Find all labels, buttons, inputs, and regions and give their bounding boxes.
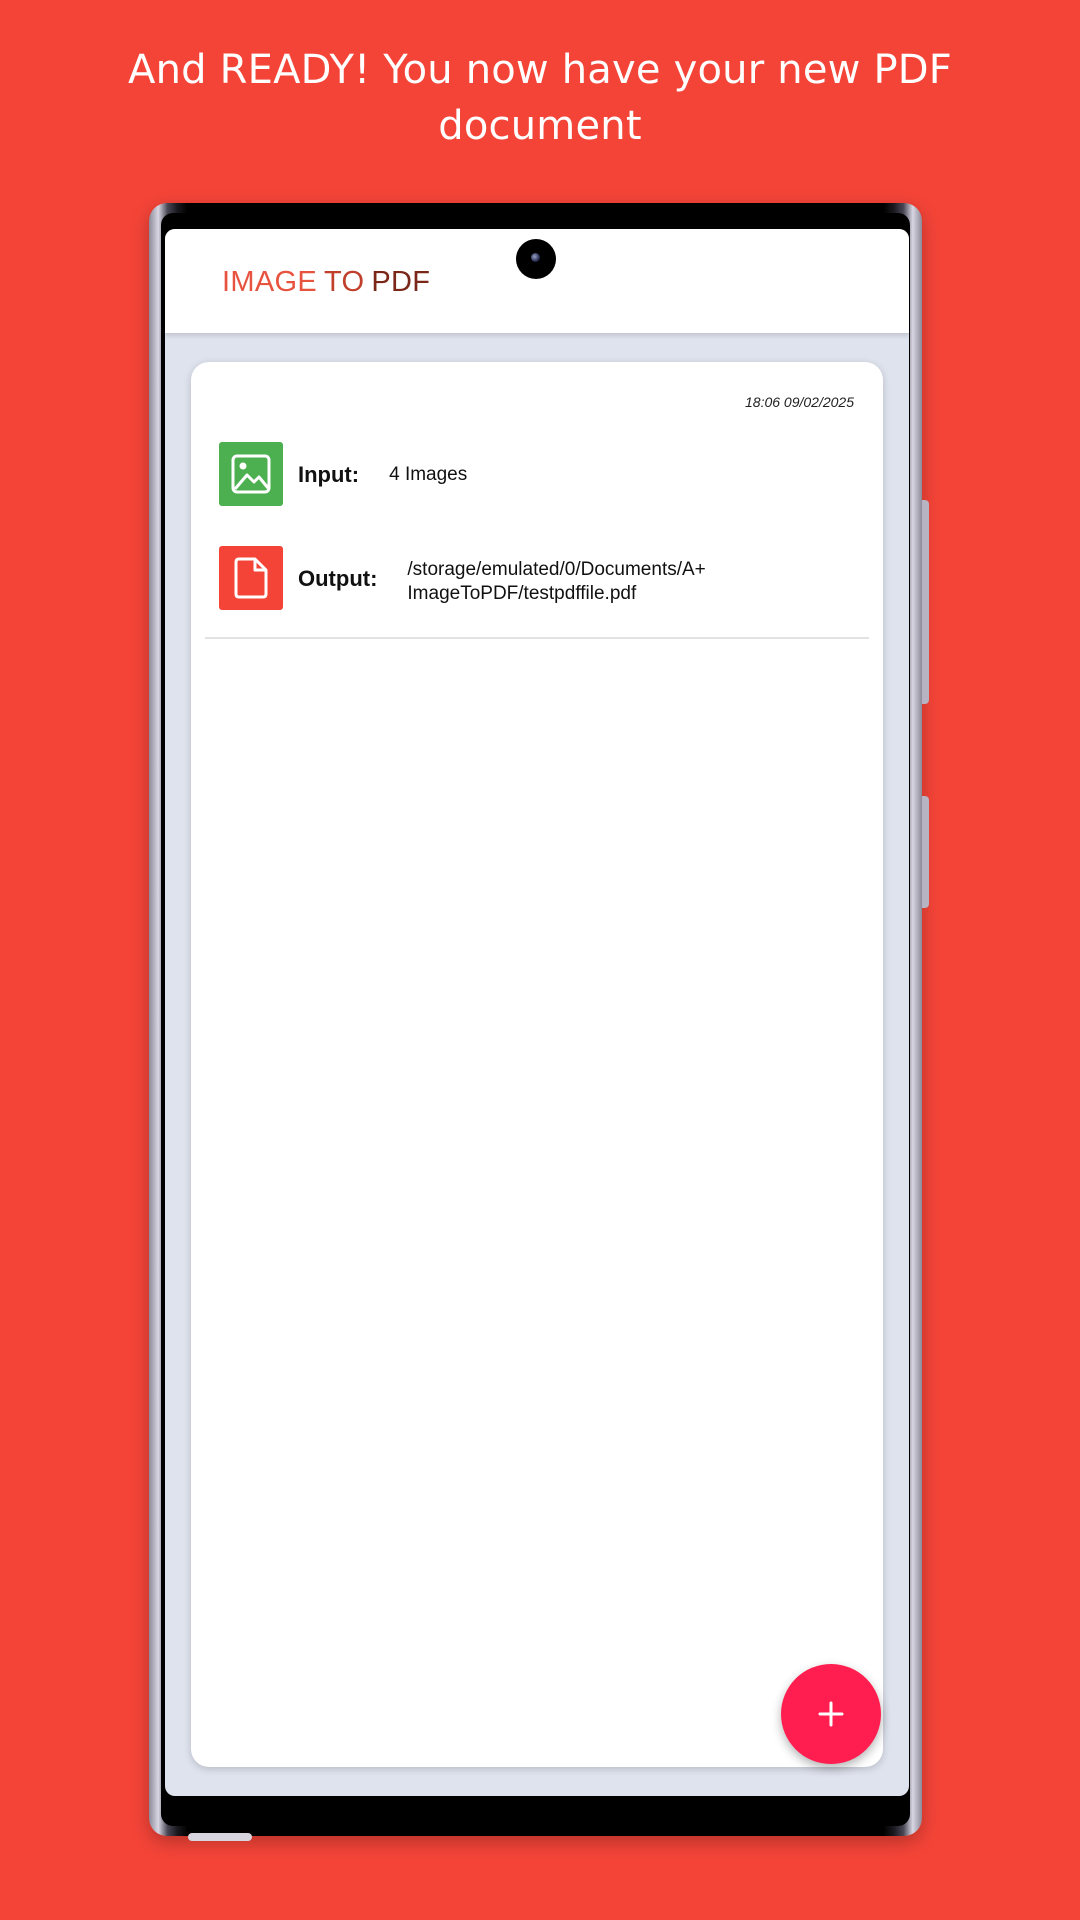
phone-bottom-detail xyxy=(188,1833,252,1841)
input-label: Input: xyxy=(298,462,360,487)
conversion-card[interactable]: 18:06 09/02/2025 Input: 4 Images Output: xyxy=(191,362,883,1767)
app-title: IMAGE TO PDF xyxy=(222,266,430,299)
app-title-part-3: PDF xyxy=(371,266,431,298)
app-title-part-2: TO xyxy=(323,266,365,298)
output-path: /storage/emulated/0/Documents/A+ ImageTo… xyxy=(407,559,706,604)
conversion-timestamp: 18:06 09/02/2025 xyxy=(745,394,854,410)
promo-headline: And READY! You now have your new PDF doc… xyxy=(128,47,952,149)
phone-volume-button xyxy=(922,500,929,704)
add-button[interactable] xyxy=(781,1664,881,1764)
file-icon xyxy=(219,546,283,610)
input-value: 4 Images xyxy=(389,464,468,485)
image-icon xyxy=(219,442,283,506)
app-title-part-1: IMAGE xyxy=(222,266,317,298)
phone-power-button xyxy=(922,796,929,908)
plus-icon xyxy=(818,1701,844,1727)
card-divider xyxy=(205,637,869,639)
output-row: Output: /storage/emulated/0/Documents/A+… xyxy=(219,546,787,610)
input-row: Input: 4 Images xyxy=(219,442,467,506)
front-camera xyxy=(516,239,556,279)
phone-screen: IMAGE TO PDF 18:06 09/02/2025 Input: 4 I… xyxy=(165,229,909,1796)
output-label: Output: xyxy=(298,566,378,591)
